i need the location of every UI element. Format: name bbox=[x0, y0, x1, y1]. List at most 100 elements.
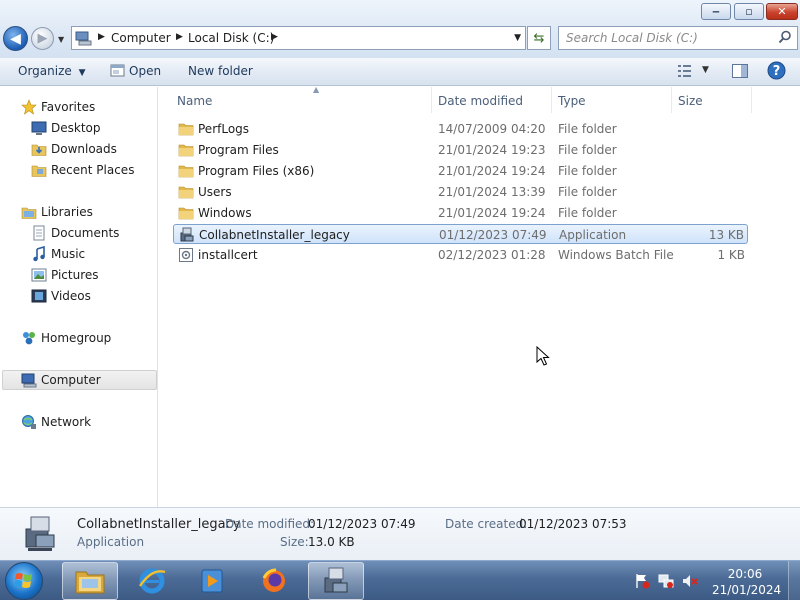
details-date-created-label: Date created: bbox=[445, 517, 528, 531]
nav-downloads[interactable]: Downloads bbox=[0, 139, 158, 159]
clock-time: 20:06 bbox=[727, 567, 763, 581]
preview-pane-icon bbox=[732, 64, 748, 78]
nav-videos[interactable]: Videos bbox=[0, 286, 158, 306]
pictures-icon bbox=[31, 268, 47, 282]
nav-music[interactable]: Music bbox=[0, 244, 158, 264]
details-size: 13.0 KB bbox=[308, 535, 355, 549]
nav-videos-label: Videos bbox=[51, 289, 91, 303]
file-row[interactable]: Users 21/01/2024 13:39 File folder bbox=[173, 182, 748, 202]
file-name: Windows bbox=[198, 206, 252, 220]
chevron-down-icon: ▼ bbox=[78, 68, 86, 78]
file-row-selected[interactable]: CollabnetInstaller_legacy 01/12/2023 07:… bbox=[173, 224, 748, 244]
nav-desktop[interactable]: Desktop bbox=[0, 118, 158, 138]
view-options-chevron-icon[interactable]: ▼ bbox=[702, 65, 709, 75]
nav-recent-places[interactable]: Recent Places bbox=[0, 160, 158, 180]
recent-pages-dropdown[interactable]: ▼ bbox=[58, 35, 68, 45]
nav-favorites-label: Favorites bbox=[41, 100, 96, 114]
breadcrumb-chevron-icon[interactable]: ▶ bbox=[271, 32, 278, 42]
nav-pictures[interactable]: Pictures bbox=[0, 265, 158, 285]
downloads-folder-icon bbox=[31, 144, 47, 156]
firefox-icon bbox=[262, 568, 285, 592]
minimize-button[interactable]: ‒ bbox=[701, 3, 731, 20]
organize-menu[interactable]: Organize ▼ bbox=[18, 64, 86, 78]
nav-homegroup[interactable]: Homegroup bbox=[0, 328, 158, 348]
file-type: File folder bbox=[558, 122, 617, 136]
file-row[interactable]: PerfLogs 14/07/2009 04:20 File folder bbox=[173, 119, 748, 139]
start-button[interactable] bbox=[5, 562, 43, 600]
file-row[interactable]: Windows 21/01/2024 19:24 File folder bbox=[173, 203, 748, 223]
details-file-name: CollabnetInstaller_legacy bbox=[77, 517, 241, 532]
column-header-size[interactable]: Size bbox=[672, 87, 752, 113]
new-folder-button[interactable]: New folder bbox=[188, 64, 253, 78]
folder-icon bbox=[178, 144, 194, 157]
file-row[interactable]: installcert 02/12/2023 01:28 Windows Bat… bbox=[173, 245, 748, 265]
svg-text:?: ? bbox=[773, 64, 781, 79]
preview-pane-button[interactable] bbox=[731, 62, 749, 83]
nav-network[interactable]: Network bbox=[0, 412, 158, 432]
column-header-type[interactable]: Type bbox=[552, 87, 672, 113]
maximize-button[interactable]: ▫ bbox=[734, 3, 764, 20]
documents-icon bbox=[33, 225, 45, 241]
system-clock[interactable]: 20:06 21/01/2024 bbox=[712, 566, 781, 598]
nav-music-label: Music bbox=[51, 247, 86, 261]
navigation-pane: Favorites Desktop Downloads Recent Place… bbox=[0, 87, 158, 507]
file-date: 21/01/2024 19:24 bbox=[438, 164, 546, 178]
show-desktop-button[interactable] bbox=[788, 561, 800, 600]
nav-computer[interactable]: Computer bbox=[2, 370, 157, 390]
taskbar-installer-button[interactable] bbox=[308, 562, 364, 600]
file-type: File folder bbox=[558, 185, 617, 199]
nav-computer-label: Computer bbox=[41, 373, 101, 387]
action-center-flag-icon[interactable] bbox=[634, 573, 650, 589]
music-note-icon bbox=[33, 246, 45, 262]
back-button[interactable]: ◀ bbox=[3, 26, 28, 51]
search-box[interactable]: Search Local Disk (C:) bbox=[558, 26, 798, 50]
details-view-icon bbox=[678, 65, 691, 77]
volume-muted-icon[interactable] bbox=[682, 573, 698, 589]
column-header-date-modified[interactable]: Date modified bbox=[432, 87, 552, 113]
star-icon bbox=[21, 99, 37, 115]
address-dropdown-icon[interactable]: ▼ bbox=[514, 33, 521, 43]
file-date: 14/07/2009 04:20 bbox=[438, 122, 546, 136]
nav-network-label: Network bbox=[41, 415, 92, 429]
nav-documents[interactable]: Documents bbox=[0, 223, 158, 243]
address-bar[interactable]: ▶ Computer ▶ Local Disk (C:) ▶ ▼ bbox=[71, 26, 526, 50]
file-row[interactable]: Program Files 21/01/2024 19:23 File fold… bbox=[173, 140, 748, 160]
network-globe-icon bbox=[22, 415, 36, 429]
file-size: 13 KB bbox=[708, 228, 744, 242]
file-name: CollabnetInstaller_legacy bbox=[199, 228, 350, 242]
back-arrow-icon: ◀ bbox=[10, 30, 21, 47]
file-size: 1 KB bbox=[717, 248, 745, 262]
breadcrumb-local-disk[interactable]: Local Disk (C:) bbox=[188, 31, 274, 45]
close-button[interactable]: ✕ bbox=[766, 3, 798, 20]
search-input[interactable]: Search Local Disk (C:) bbox=[566, 31, 698, 45]
column-header-name[interactable]: ▲ Name bbox=[173, 85, 432, 113]
nav-libraries[interactable]: Libraries bbox=[0, 202, 158, 222]
breadcrumb-chevron-icon[interactable]: ▶ bbox=[98, 32, 105, 42]
sort-ascending-icon: ▲ bbox=[313, 85, 320, 94]
open-button[interactable]: Open bbox=[110, 64, 161, 78]
network-status-icon[interactable] bbox=[658, 573, 674, 589]
change-view-button[interactable] bbox=[676, 62, 694, 83]
nav-documents-label: Documents bbox=[51, 226, 120, 240]
forward-button[interactable]: ▶ bbox=[31, 27, 54, 50]
file-row[interactable]: Program Files (x86) 21/01/2024 19:24 Fil… bbox=[173, 161, 748, 181]
help-button[interactable]: ? bbox=[767, 61, 786, 83]
file-date: 21/01/2024 19:24 bbox=[438, 206, 546, 220]
folder-icon bbox=[178, 165, 194, 178]
taskbar-firefox-button[interactable] bbox=[246, 562, 302, 600]
taskbar-explorer-button[interactable] bbox=[62, 562, 118, 600]
computer-icon bbox=[75, 31, 92, 46]
details-pane: CollabnetInstaller_legacy Application Da… bbox=[0, 507, 800, 560]
folder-icon bbox=[178, 123, 194, 136]
nav-favorites[interactable]: Favorites bbox=[0, 97, 158, 117]
breadcrumb-computer[interactable]: Computer bbox=[111, 31, 171, 45]
taskbar-internet-explorer-button[interactable] bbox=[124, 562, 180, 600]
file-name: Program Files bbox=[198, 143, 279, 157]
refresh-button[interactable]: ⇆ bbox=[527, 26, 551, 50]
nav-downloads-label: Downloads bbox=[51, 142, 117, 156]
computer-icon bbox=[21, 373, 37, 388]
breadcrumb-chevron-icon[interactable]: ▶ bbox=[176, 32, 183, 42]
taskbar-media-player-button[interactable] bbox=[184, 562, 240, 600]
installer-icon bbox=[180, 227, 194, 242]
file-name: PerfLogs bbox=[198, 122, 250, 136]
